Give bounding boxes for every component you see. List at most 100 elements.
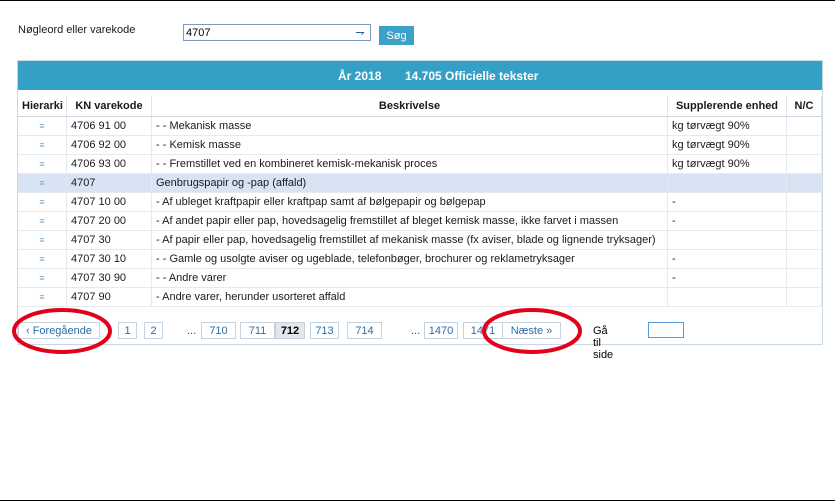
hierarchy-cell[interactable]: ≡ bbox=[18, 192, 67, 212]
next-page-button[interactable]: Næste » bbox=[502, 322, 561, 339]
nc-cell bbox=[786, 154, 822, 174]
nc-cell bbox=[786, 192, 822, 212]
previous-page-button[interactable]: ‹ Foregående bbox=[18, 322, 100, 339]
table-row[interactable]: ≡ 4707 Genbrugspapir og -pap (affald) bbox=[18, 173, 822, 193]
description-cell: - - Gamle og usolgte aviser og ugeblade,… bbox=[151, 249, 668, 269]
header-kn-varekode[interactable]: KN varekode bbox=[66, 96, 152, 117]
page-link-714[interactable]: 714 bbox=[347, 322, 382, 339]
description-cell: - Af ubleget kraftpapir eller kraftpap s… bbox=[151, 192, 668, 212]
table-header-row: Hierarki KN varekode Beskrivelse Suppler… bbox=[18, 96, 822, 117]
hierarchy-cell[interactable]: ≡ bbox=[18, 230, 67, 250]
description-cell: - - Mekanisk masse bbox=[151, 116, 668, 136]
pager-ellipsis-2: ... bbox=[411, 325, 421, 337]
description-cell: - Af andet papir eller pap, hovedsagelig… bbox=[151, 211, 668, 231]
page-link-2[interactable]: 2 bbox=[144, 322, 163, 339]
dropdown-history-icon[interactable]: ⇁ bbox=[352, 26, 368, 39]
page-link-711[interactable]: 711 bbox=[240, 322, 275, 339]
supplementary-unit-cell: - bbox=[667, 211, 787, 231]
hierarchy-icon[interactable]: ≡ bbox=[39, 121, 44, 131]
table-row[interactable]: ≡ 4707 90- Andre varer, herunder usortere… bbox=[18, 287, 822, 307]
page-link-712-current[interactable]: 712 bbox=[275, 322, 305, 339]
kn-code-cell: 4707 20 00 bbox=[66, 211, 152, 231]
supplementary-unit-cell: kg tørvægt 90% bbox=[667, 135, 787, 155]
table-row[interactable]: ≡ 4707 30 90- - Andre varer - bbox=[18, 268, 822, 288]
nc-cell bbox=[786, 135, 822, 155]
kn-code-cell: 4707 30 10 bbox=[66, 249, 152, 269]
page-link-1[interactable]: 1 bbox=[118, 322, 137, 339]
supplementary-unit-cell: kg tørvægt 90% bbox=[667, 116, 787, 136]
kn-code-cell: 4707 bbox=[66, 173, 152, 193]
hierarchy-cell[interactable]: ≡ bbox=[18, 135, 67, 155]
supplementary-unit-cell: kg tørvægt 90% bbox=[667, 154, 787, 174]
table-row[interactable]: ≡ 4707 30 10- - Gamle og usolgte aviser o… bbox=[18, 249, 822, 269]
nc-cell bbox=[786, 211, 822, 231]
hierarchy-icon[interactable]: ≡ bbox=[39, 197, 44, 207]
goto-page-input[interactable] bbox=[648, 322, 684, 338]
hierarchy-cell[interactable]: ≡ bbox=[18, 287, 67, 307]
hierarchy-icon[interactable]: ≡ bbox=[39, 178, 44, 188]
table-row[interactable]: ≡ 4707 20 00- Af andet papir eller pap, h… bbox=[18, 211, 822, 231]
page-link-1471[interactable]: 1471 bbox=[463, 322, 503, 339]
kn-code-cell: 4707 30 90 bbox=[66, 268, 152, 288]
nc-cell bbox=[786, 249, 822, 269]
description-cell: - - Kemisk masse bbox=[151, 135, 668, 155]
hierarchy-cell[interactable]: ≡ bbox=[18, 268, 67, 288]
search-field[interactable]: ⇁ bbox=[183, 24, 371, 41]
pager-ellipsis-1: ... bbox=[187, 325, 197, 337]
table-row[interactable]: ≡ 4706 91 00- - Mekanisk masse kg tørvægt … bbox=[18, 116, 822, 136]
table-row[interactable]: ≡ 4706 93 00- - Fremstillet ved en kombin… bbox=[18, 154, 822, 174]
header-nc[interactable]: N/C bbox=[786, 96, 822, 117]
kn-code-cell: 4706 92 00 bbox=[66, 135, 152, 155]
hierarchy-icon[interactable]: ≡ bbox=[39, 235, 44, 245]
nc-cell bbox=[786, 268, 822, 288]
year-label: År 2018 bbox=[338, 69, 382, 83]
hierarchy-cell[interactable]: ≡ bbox=[18, 211, 67, 231]
bottom-rule bbox=[0, 500, 835, 501]
supplementary-unit-cell: - bbox=[667, 249, 787, 269]
kn-code-cell: 4707 10 00 bbox=[66, 192, 152, 212]
text-count: 14.705 Officielle tekster bbox=[405, 69, 539, 83]
kn-code-cell: 4707 30 bbox=[66, 230, 152, 250]
page-link-710[interactable]: 710 bbox=[201, 322, 236, 339]
supplementary-unit-cell bbox=[667, 230, 787, 250]
supplementary-unit-cell bbox=[667, 173, 787, 193]
hierarchy-icon[interactable]: ≡ bbox=[39, 292, 44, 302]
nc-cell bbox=[786, 173, 822, 193]
page-link-713[interactable]: 713 bbox=[310, 322, 339, 339]
description-cell: Genbrugspapir og -pap (affald) bbox=[151, 173, 668, 193]
description-cell: - - Fremstillet ved en kombineret kemisk… bbox=[151, 154, 668, 174]
nc-cell bbox=[786, 287, 822, 307]
results-panel: År 2018 14.705 Officielle tekster Hierar… bbox=[17, 60, 823, 345]
table-row[interactable]: ≡ 4706 92 00- - Kemisk masse kg tørvægt 90… bbox=[18, 135, 822, 155]
hierarchy-icon[interactable]: ≡ bbox=[39, 140, 44, 150]
hierarchy-cell[interactable]: ≡ bbox=[18, 116, 67, 136]
hierarchy-icon[interactable]: ≡ bbox=[39, 216, 44, 226]
supplementary-unit-cell bbox=[667, 287, 787, 307]
results-table: Hierarki KN varekode Beskrivelse Suppler… bbox=[18, 96, 822, 307]
hierarchy-cell[interactable]: ≡ bbox=[18, 249, 67, 269]
goto-page-label: Gå til side bbox=[593, 325, 614, 361]
hierarchy-cell[interactable]: ≡ bbox=[18, 173, 67, 193]
top-rule bbox=[0, 0, 835, 1]
hierarchy-icon[interactable]: ≡ bbox=[39, 254, 44, 264]
nc-cell bbox=[786, 230, 822, 250]
page-link-1470[interactable]: 1470 bbox=[424, 322, 458, 339]
search-button[interactable]: Søg bbox=[379, 26, 414, 45]
search-label: Nøgleord eller varekode bbox=[18, 24, 136, 36]
header-beskrivelse[interactable]: Beskrivelse bbox=[151, 96, 668, 117]
kn-code-cell: 4706 91 00 bbox=[66, 116, 152, 136]
table-row[interactable]: ≡ 4707 30- Af papir eller pap, hovedsagel… bbox=[18, 230, 822, 250]
header-hierarki[interactable]: Hierarki bbox=[18, 96, 67, 117]
hierarchy-icon[interactable]: ≡ bbox=[39, 273, 44, 283]
search-input[interactable] bbox=[186, 26, 346, 39]
supplementary-unit-cell: - bbox=[667, 192, 787, 212]
panel-header: År 2018 14.705 Officielle tekster bbox=[18, 61, 822, 90]
table-row[interactable]: ≡ 4707 10 00- Af ubleget kraftpapir eller… bbox=[18, 192, 822, 212]
header-supplerende-enhed[interactable]: Supplerende enhed bbox=[667, 96, 787, 117]
kn-code-cell: 4706 93 00 bbox=[66, 154, 152, 174]
hierarchy-cell[interactable]: ≡ bbox=[18, 154, 67, 174]
description-cell: - Andre varer, herunder usorteret affald bbox=[151, 287, 668, 307]
supplementary-unit-cell: - bbox=[667, 268, 787, 288]
hierarchy-icon[interactable]: ≡ bbox=[39, 159, 44, 169]
description-cell: - - Andre varer bbox=[151, 268, 668, 288]
